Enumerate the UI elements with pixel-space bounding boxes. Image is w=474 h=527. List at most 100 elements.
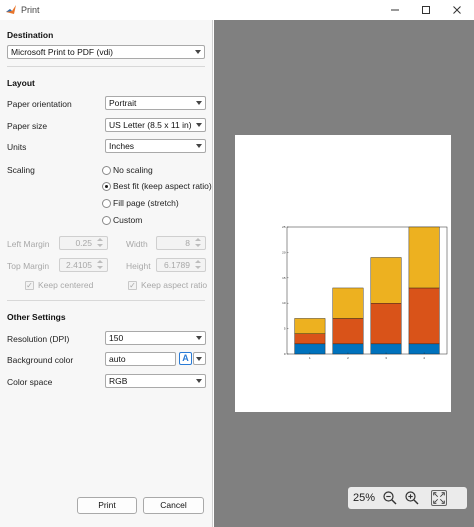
- spinner-arrows-icon: [194, 260, 203, 270]
- bar-segment: [408, 226, 440, 289]
- x-tick-label: 1: [309, 356, 311, 360]
- height-spinner[interactable]: 6.1789: [156, 258, 206, 272]
- bar-segment: [294, 333, 326, 345]
- font-color-icon: A: [182, 353, 189, 363]
- spinner-arrows-icon: [96, 260, 105, 270]
- orientation-label: Paper orientation: [7, 99, 72, 109]
- preview-page: 1 2 3 4 0 5 10 15 20 25: [235, 135, 451, 412]
- units-dropdown[interactable]: Inches: [105, 139, 206, 153]
- scaling-option-label: Fill page (stretch): [113, 198, 179, 208]
- chevron-down-icon: [196, 144, 202, 148]
- scaling-option-label: No scaling: [113, 165, 153, 175]
- minimize-button[interactable]: [380, 0, 410, 20]
- top-margin-value: 2.4105: [66, 260, 92, 270]
- bar-segment: [408, 343, 440, 355]
- spinner-arrows-icon: [194, 238, 203, 248]
- color-space-label: Color space: [7, 377, 53, 387]
- left-margin-value: 0.25: [75, 238, 92, 248]
- scaling-best-fit-radio[interactable]: [102, 182, 111, 191]
- color-space-dropdown[interactable]: RGB: [105, 374, 206, 388]
- divider: [7, 300, 205, 301]
- background-color-input[interactable]: auto: [105, 352, 176, 366]
- resolution-label: Resolution (DPI): [7, 334, 70, 344]
- scaling-option-label: Best fit (keep aspect ratio): [113, 181, 212, 191]
- printer-value: Microsoft Print to PDF (vdi): [11, 47, 114, 57]
- fit-to-window-icon[interactable]: [431, 490, 447, 506]
- top-margin-label: Top Margin: [7, 261, 50, 271]
- x-tick-label: 2: [347, 356, 349, 360]
- y-tick-label: 15: [282, 276, 286, 280]
- settings-panel: Destination Microsoft Print to PDF (vdi)…: [0, 20, 213, 527]
- width-spinner[interactable]: 8: [156, 236, 206, 250]
- height-value: 6.1789: [164, 260, 190, 270]
- scaling-option-label: Custom: [113, 215, 143, 225]
- y-tick-label: 20: [282, 250, 286, 254]
- orientation-value: Portrait: [109, 98, 137, 108]
- y-tick-label: 0: [284, 352, 286, 356]
- keep-centered-checkbox[interactable]: ✓: [25, 281, 34, 290]
- y-tick-label: 25: [282, 225, 286, 229]
- keep-centered-label: Keep centered: [38, 280, 94, 290]
- spinner-arrows-icon: [96, 238, 105, 248]
- orientation-dropdown[interactable]: Portrait: [105, 96, 206, 110]
- y-tick-label: 10: [282, 301, 286, 305]
- bar-chart: 1 2 3 4 0 5 10 15 20 25: [282, 225, 448, 360]
- left-margin-spinner[interactable]: 0.25: [59, 236, 108, 250]
- resolution-dropdown[interactable]: 150: [105, 331, 206, 345]
- font-color-button[interactable]: A: [179, 352, 192, 365]
- color-picker-dropdown[interactable]: [193, 352, 206, 365]
- chevron-down-icon: [196, 101, 202, 105]
- bar-segment: [332, 287, 364, 319]
- matlab-logo-icon: [6, 5, 16, 14]
- width-label: Width: [126, 239, 148, 249]
- bar-segment: [370, 343, 402, 355]
- width-value: 8: [185, 238, 190, 248]
- print-preview-area: 1 2 3 4 0 5 10 15 20 25 25%: [214, 20, 474, 527]
- chevron-down-icon: [196, 123, 202, 127]
- close-button[interactable]: [442, 0, 472, 20]
- bar-segment: [332, 318, 364, 345]
- scaling-no-scaling-radio[interactable]: [102, 166, 111, 175]
- other-settings-heading: Other Settings: [7, 312, 66, 322]
- scaling-label: Scaling: [7, 165, 35, 175]
- background-color-value: auto: [109, 354, 126, 364]
- maximize-button[interactable]: [411, 0, 441, 20]
- close-icon: [453, 6, 461, 14]
- bar-segment: [370, 257, 402, 304]
- bar-segment: [294, 343, 326, 355]
- paper-size-dropdown[interactable]: US Letter (8.5 x 11 in): [105, 118, 206, 132]
- y-tick-label: 5: [284, 327, 286, 331]
- bar-segment: [370, 302, 402, 345]
- top-margin-spinner[interactable]: 2.4105: [59, 258, 108, 272]
- x-tick-label: 4: [423, 356, 425, 360]
- window-title: Print: [21, 5, 40, 15]
- chevron-down-icon: [195, 50, 201, 54]
- color-space-value: RGB: [109, 376, 128, 386]
- divider: [7, 66, 205, 67]
- height-label: Height: [126, 261, 151, 271]
- title-bar: Print: [0, 0, 474, 20]
- units-value: Inches: [109, 141, 135, 151]
- layout-heading: Layout: [7, 78, 35, 88]
- paper-size-value: US Letter (8.5 x 11 in): [109, 120, 192, 130]
- chevron-down-icon: [196, 357, 202, 361]
- minimize-icon: [391, 9, 399, 11]
- scaling-custom-radio[interactable]: [102, 216, 111, 225]
- keep-aspect-checkbox[interactable]: ✓: [128, 281, 137, 290]
- units-label: Units: [7, 142, 27, 152]
- scaling-fill-page-radio[interactable]: [102, 199, 111, 208]
- keep-aspect-label: Keep aspect ratio: [141, 280, 208, 290]
- chevron-down-icon: [196, 379, 202, 383]
- background-color-label: Background color: [7, 355, 74, 365]
- maximize-icon: [422, 6, 430, 14]
- destination-heading: Destination: [7, 30, 54, 40]
- zoom-level: 25%: [353, 492, 376, 504]
- zoom-out-icon[interactable]: [382, 490, 398, 506]
- paper-size-label: Paper size: [7, 121, 48, 131]
- printer-dropdown[interactable]: Microsoft Print to PDF (vdi): [7, 45, 205, 59]
- bar-segment: [332, 343, 364, 355]
- zoom-in-icon[interactable]: [404, 490, 420, 506]
- print-button[interactable]: Print: [77, 497, 137, 514]
- cancel-button[interactable]: Cancel: [143, 497, 204, 514]
- bar-segment: [408, 287, 440, 345]
